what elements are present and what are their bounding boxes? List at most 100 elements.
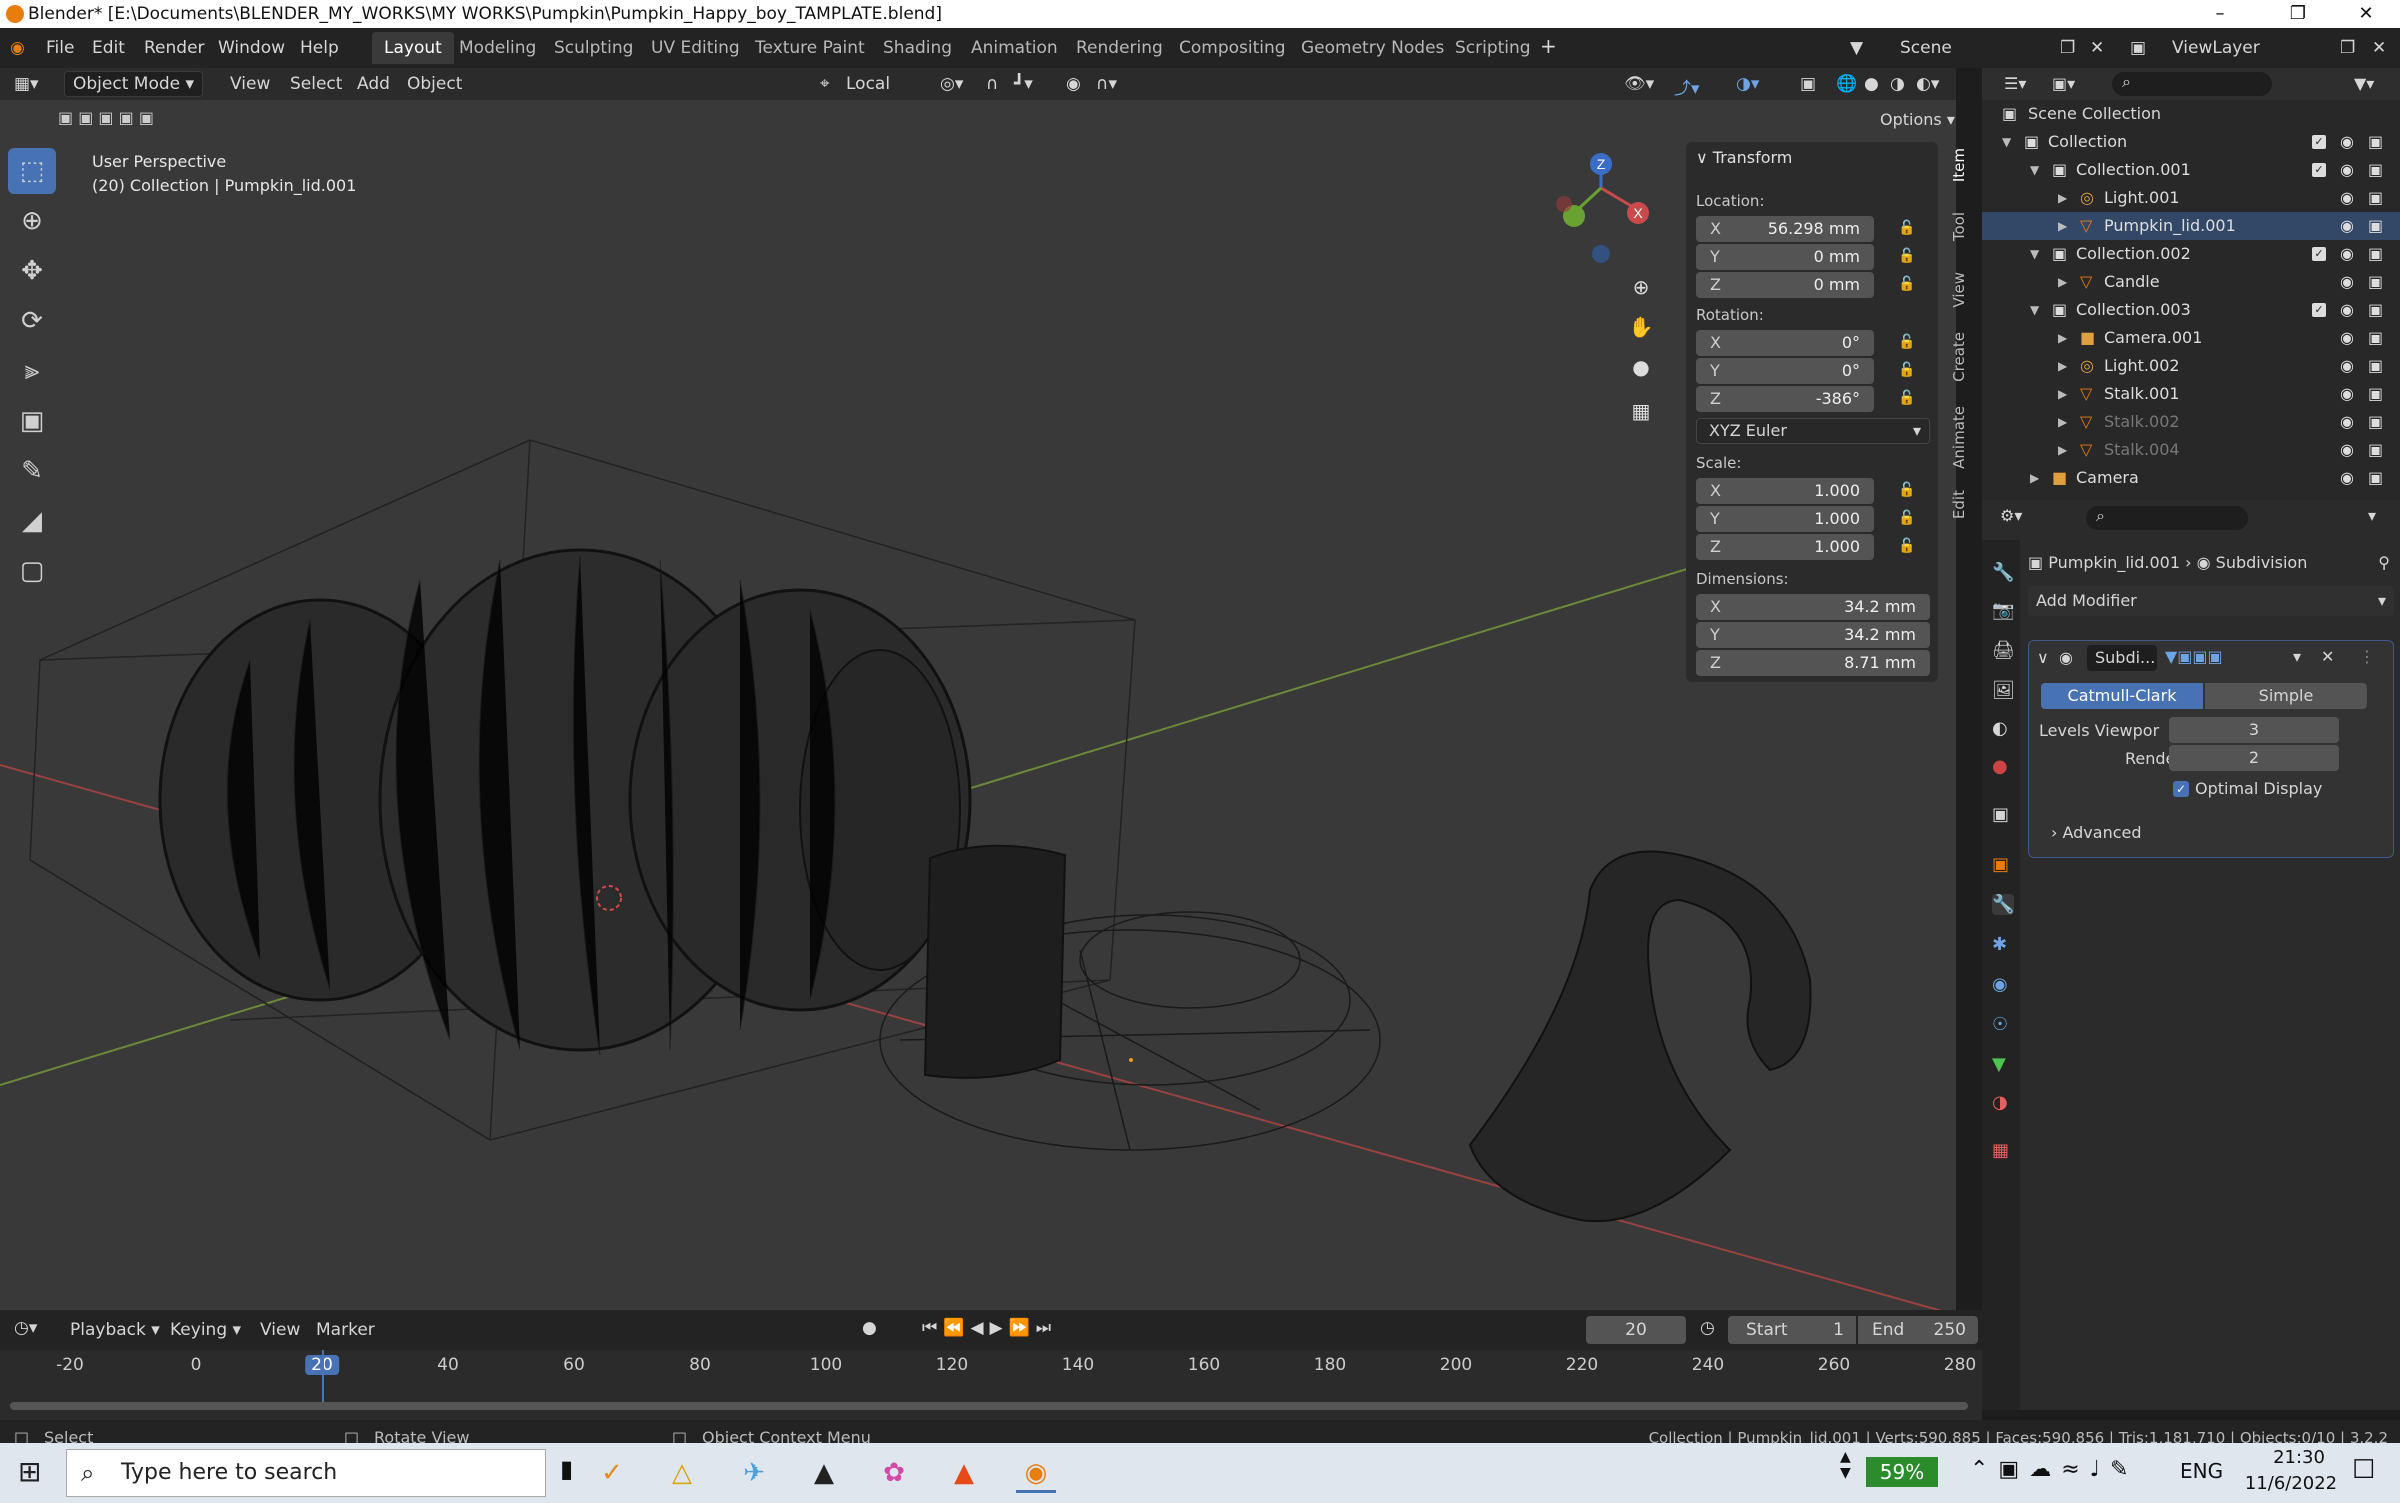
add-cube-tool-icon[interactable]: ▢ — [8, 548, 56, 594]
render-camera-icon[interactable]: ▣ — [2368, 240, 2383, 268]
physics-props-icon[interactable]: ◉ — [1992, 974, 2008, 995]
battery-indicator[interactable]: 59% — [1866, 1457, 1938, 1487]
taskbar-app-icon[interactable]: ✿ — [874, 1453, 914, 1493]
outliner-item-collection-003[interactable]: ▼ ▣ Collection.003 ✓ ◉ ▣ — [1982, 296, 2400, 324]
move-tool-icon[interactable]: ✥ — [8, 248, 56, 294]
simple-button[interactable]: Simple — [2205, 683, 2367, 709]
language-indicator[interactable]: ENG — [2180, 1459, 2223, 1483]
playback-menu[interactable]: Playback ▾ — [70, 1320, 160, 1340]
current-frame-field[interactable]: 20 — [1586, 1316, 1686, 1344]
properties-options-icon[interactable]: ▾ — [2368, 506, 2376, 525]
scale-y-field[interactable]: Y 1.000 — [1696, 506, 1874, 532]
tray-scroll-icon[interactable]: ▲ ▼ — [1840, 1449, 1851, 1481]
rotation-mode-dropdown[interactable]: XYZ Euler ▾ — [1696, 418, 1930, 444]
timeline-editor-icon[interactable]: ◷▾ — [14, 1318, 37, 1338]
expand-arrow-icon[interactable]: ▼ — [2002, 128, 2011, 156]
snap-target-icon[interactable]: ┛▾ — [1014, 74, 1033, 94]
scene-icon[interactable]: ▼ — [1850, 38, 1863, 58]
eye-icon[interactable]: ◉ — [2340, 408, 2354, 436]
scale-z-field[interactable]: Z 1.000 — [1696, 534, 1874, 560]
menu-edit[interactable]: Edit — [92, 38, 125, 58]
render-camera-icon[interactable]: ▣ — [2368, 408, 2383, 436]
add-modifier-dropdown[interactable]: Add Modifier ▾ — [2028, 586, 2394, 616]
eye-icon[interactable]: ◉ — [2340, 464, 2354, 492]
visibility-icon[interactable]: 👁▾ — [1624, 74, 1654, 94]
scene-props-icon[interactable]: ◐ — [1992, 718, 2008, 739]
rendered-shading-icon[interactable]: ◐▾ — [1916, 74, 1939, 94]
keying-menu[interactable]: Keying ▾ — [170, 1320, 241, 1340]
lock-icon[interactable]: 🔓 — [1898, 220, 1915, 236]
render-camera-icon[interactable]: ▣ — [2368, 352, 2383, 380]
timeline-scrollbar[interactable] — [10, 1402, 1968, 1410]
restore-icon[interactable]: ❐ — [2268, 0, 2328, 28]
levels-viewport-field[interactable]: 3 — [2169, 717, 2339, 743]
tab-rendering[interactable]: Rendering — [1064, 32, 1175, 64]
playback-controls-icons[interactable]: ⏮⏪◀▶⏩⏭ — [922, 1318, 1057, 1338]
tab-edit[interactable]: Edit — [1950, 490, 1978, 519]
tab-shading[interactable]: Shading — [871, 32, 964, 64]
overlays-icon[interactable]: ◑▾ — [1736, 74, 1759, 94]
dimension-y-field[interactable]: Y 34.2 mm — [1696, 622, 1930, 648]
notifications-icon[interactable]: ☐ — [2352, 1455, 2375, 1485]
remove-modifier-icon[interactable]: ✕ — [2321, 647, 2334, 666]
menu-window[interactable]: Window — [218, 38, 285, 58]
taskbar-app-icon[interactable]: △ — [662, 1453, 702, 1493]
menu-file[interactable]: File — [46, 38, 74, 58]
display-mode-icon[interactable]: ▣▾ — [2052, 74, 2075, 93]
lock-icon[interactable]: 🔓 — [1898, 390, 1915, 406]
eye-icon[interactable]: ◉ — [2340, 324, 2354, 352]
measure-tool-icon[interactable]: ◢ — [8, 498, 56, 544]
tab-geometry-nodes[interactable]: Geometry Nodes — [1289, 32, 1456, 64]
drag-handle-icon[interactable]: ⋮ — [2359, 647, 2375, 666]
outliner-item-stalk-001[interactable]: ▶ ▽ Stalk.001 ◉ ▣ — [1982, 380, 2400, 408]
playhead[interactable] — [322, 1350, 324, 1410]
tray-icons[interactable]: ⌃▣☁≈♩✎ — [1970, 1457, 2138, 1482]
outliner-item-camera-001[interactable]: ▶ ■ Camera.001 ◉ ▣ — [1982, 324, 2400, 352]
annotate-tool-icon[interactable]: ✎ — [8, 448, 56, 494]
task-view-icon[interactable]: ▮ — [560, 1455, 573, 1483]
render-camera-icon[interactable]: ▣ — [2368, 464, 2383, 492]
properties-search-input[interactable]: ⌕ — [2086, 506, 2248, 530]
expand-arrow-icon[interactable]: ▶ — [2058, 212, 2067, 240]
modifier-name-field[interactable]: Subdi... — [2087, 645, 2157, 671]
optimal-display-checkbox[interactable]: ✓ — [2173, 781, 2189, 797]
taskbar-app-icon[interactable]: ▲ — [944, 1453, 984, 1493]
remove-scene-icon[interactable]: ✕ — [2090, 38, 2104, 58]
render-camera-icon[interactable]: ▣ — [2368, 296, 2383, 324]
expand-arrow-icon[interactable]: ▶ — [2058, 268, 2067, 296]
material-props-icon[interactable]: ◑ — [1992, 1092, 2008, 1113]
eye-icon[interactable]: ◉ — [2340, 436, 2354, 464]
location-x-field[interactable]: X 56.298 mm — [1696, 216, 1874, 242]
dimension-z-field[interactable]: Z 8.71 mm — [1696, 650, 1930, 676]
collapse-chevron-icon[interactable]: ∨ — [2037, 648, 2049, 667]
timer-icon[interactable]: ◷ — [1700, 1318, 1715, 1338]
outliner-item-light-001[interactable]: ▶ ◎ Light.001 ◉ ▣ — [1982, 184, 2400, 212]
expand-arrow-icon[interactable]: ▶ — [2058, 184, 2067, 212]
lock-icon[interactable]: 🔓 — [1898, 510, 1915, 526]
end-frame-field[interactable]: End 250 — [1858, 1316, 1978, 1344]
options-dropdown[interactable]: Options ▾ — [1880, 110, 1955, 129]
pivot-point-icon[interactable]: ◎▾ — [940, 74, 963, 94]
clock-date[interactable]: 11/6/2022 — [2236, 1473, 2346, 1494]
constraints-props-icon[interactable]: ☉ — [1992, 1014, 2008, 1035]
outliner-item-stalk-004[interactable]: ▶ ▽ Stalk.004 ◉ ▣ — [1982, 436, 2400, 464]
lock-icon[interactable]: 🔓 — [1898, 248, 1915, 264]
wireframe-shading-icon[interactable]: 🌐 — [1836, 74, 1857, 94]
view-layer-props-icon[interactable]: 🖼 — [1992, 680, 2015, 701]
eye-icon[interactable]: ◉ — [2340, 240, 2354, 268]
3d-viewport[interactable]: Z X User Perspective (20) Collection | P… — [0, 100, 1956, 1310]
expand-arrow-icon[interactable]: ▶ — [2030, 464, 2039, 492]
blender-taskbar-icon[interactable]: ◉ — [1016, 1453, 1056, 1493]
editor-type-icon[interactable]: ▦▾ — [14, 74, 39, 94]
snap-icon[interactable]: ∩ — [986, 74, 998, 94]
start-frame-field[interactable]: Start 1 — [1728, 1316, 1856, 1344]
advanced-section[interactable]: › Advanced — [2051, 823, 2142, 842]
filter-icon[interactable]: ▼▾ — [2354, 74, 2374, 93]
expand-arrow-icon[interactable]: ▶ — [2058, 436, 2067, 464]
tab-compositing[interactable]: Compositing — [1167, 32, 1298, 64]
eye-icon[interactable]: ◉ — [2340, 212, 2354, 240]
add-workspace-icon[interactable]: + — [1540, 34, 1557, 58]
object-props-icon[interactable]: ▣ — [1992, 854, 2009, 875]
menu-add[interactable]: Add — [357, 74, 390, 94]
tab-animation[interactable]: Animation — [959, 32, 1070, 64]
